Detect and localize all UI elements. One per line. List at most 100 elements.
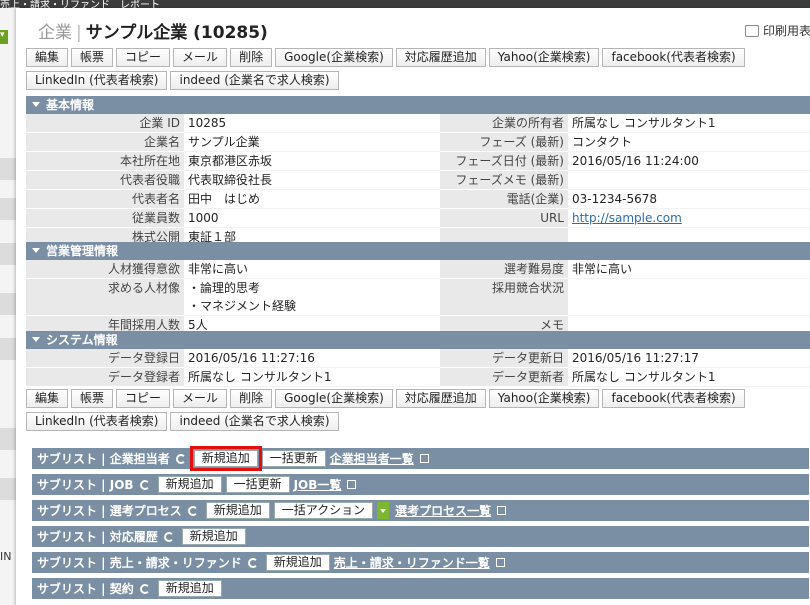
sublist-bar: サブリスト | 企業担当者 新規追加 一括更新 企業担当者一覧 <box>32 446 809 471</box>
sublist-list-link[interactable]: 売上・請求・リファンド一覧 <box>334 554 490 571</box>
sublist-bar: サブリスト | 対応履歴 新規追加 <box>32 526 809 547</box>
background-strip <box>0 198 16 220</box>
bulk-update-button[interactable]: 一括更新 <box>261 450 326 467</box>
refresh-icon[interactable] <box>139 479 150 490</box>
toolbar-bottom-button-0[interactable]: 編集 <box>26 389 69 408</box>
toolbar-bottom-button-indeed[interactable]: indeed (企業名で求人検索) <box>170 412 339 431</box>
toolbar-button-2[interactable]: コピー <box>116 48 171 67</box>
sales-info-table: 人材獲得意欲 非常に高い 選考難易度 非常に高い 求める人材像 ・論理的思考 ・マネジメント… <box>26 260 810 335</box>
section-header-system[interactable]: システム情報 <box>26 331 810 349</box>
field-label: フェーズメモ (最新) <box>440 170 568 190</box>
field-value: 所属なし コンサルタント1 <box>184 367 440 387</box>
field-label: フェーズ日付 (最新) <box>440 151 568 171</box>
bulk-update-button[interactable]: 一括更新 <box>225 476 290 493</box>
print-link[interactable]: 印刷用表 <box>745 22 810 39</box>
info-row: 本社所在地 東京都港区赤坂 フェーズ日付 (最新) 2016/05/16 11:24:… <box>26 151 810 171</box>
toolbar-bottom-button-3[interactable]: メール <box>173 389 228 408</box>
toolbar-bottom-button-2[interactable]: コピー <box>116 389 171 408</box>
sublist-bar: サブリスト | 選考プロセス 新規追加 一括アクション 選考プロセス一覧 <box>32 500 809 521</box>
sublist-list-link[interactable]: 選考プロセス一覧 <box>395 502 491 519</box>
toolbar-bottom-button-1[interactable]: 帳票 <box>71 389 114 408</box>
printer-icon <box>745 25 759 37</box>
field-value: 03-1234-5678 <box>568 189 810 209</box>
field-value: 所属なし コンサルタント1 <box>568 114 810 133</box>
external-link-icon <box>495 558 505 567</box>
field-value: 所属なし コンサルタント1 <box>568 367 810 387</box>
company-url-link[interactable]: http://sample.com <box>572 211 682 225</box>
external-link-icon <box>419 454 429 463</box>
toolbar-button-facebook[interactable]: facebook(代表者検索) <box>602 48 745 67</box>
page-category: 企業 <box>38 23 72 43</box>
toolbar-top-row1: 編集 帳票 コピー メール 削除 Google(企業検索) 対応履歴追加 Yahoo(企業検索… <box>26 48 745 67</box>
info-row: 求める人材像 ・論理的思考 ・マネジメント経験 採用競合状況 <box>26 278 810 316</box>
toolbar-top-row2: LinkedIn (代表者検索) indeed (企業名で求人検索) <box>26 71 339 90</box>
section-header-basic[interactable]: 基本情報 <box>26 96 810 114</box>
field-value-line: ・マネジメント経験 <box>188 299 297 313</box>
refresh-icon[interactable] <box>247 557 258 568</box>
info-row: 人材獲得意欲 非常に高い 選考難易度 非常に高い <box>26 260 810 279</box>
info-row: 企業名 サンプル企業 フェーズ (最新) コンタクト <box>26 132 810 152</box>
field-label: 代表者役職 <box>26 170 184 190</box>
background-strip <box>0 428 16 450</box>
sublist-bar: サブリスト | 売上・請求・リファンド 新規追加 売上・請求・リファンド一覧 <box>32 552 809 573</box>
refresh-icon[interactable] <box>175 453 186 464</box>
toolbar-button-google[interactable]: Google(企業検索) <box>275 48 393 67</box>
sublist-title: サブリスト | 対応履歴 <box>37 530 158 544</box>
toolbar-bottom-row2: LinkedIn (代表者検索) indeed (企業名で求人検索) <box>26 412 339 431</box>
field-label: 採用競合状況 <box>440 278 568 316</box>
sublist-title: サブリスト | JOB <box>37 478 134 492</box>
refresh-icon[interactable] <box>163 531 174 542</box>
sublist-bar: サブリスト | 契約 新規追加 <box>32 578 809 599</box>
new-add-button[interactable]: 新規追加 <box>157 476 222 493</box>
field-label: URL <box>440 208 568 228</box>
field-value: 1000 <box>184 208 440 228</box>
field-value: http://sample.com <box>568 208 810 228</box>
field-label: 企業 ID <box>26 114 184 133</box>
page-title: 企業 | サンプル企業 (10285) <box>38 23 268 43</box>
field-value <box>568 278 810 316</box>
new-add-button[interactable]: 新規追加 <box>189 446 262 471</box>
toolbar-button-indeed[interactable]: indeed (企業名で求人検索) <box>170 71 339 90</box>
background-green-tab[interactable]: ▾ <box>0 30 8 44</box>
sublist-list-link[interactable]: 企業担当者一覧 <box>330 450 414 467</box>
toolbar-bottom-button-4[interactable]: 削除 <box>230 389 273 408</box>
toolbar-bottom-button-facebook[interactable]: facebook(代表者検索) <box>602 389 745 408</box>
sublist-bar: サブリスト | JOB 新規追加 一括更新 JOB一覧 <box>32 474 809 495</box>
refresh-icon[interactable] <box>139 583 150 594</box>
external-link-icon <box>347 480 357 489</box>
background-topbar-text: 売上・請求・リファンド レポート <box>0 0 160 8</box>
new-add-button[interactable]: 新規追加 <box>157 580 222 597</box>
toolbar-bottom-button-linkedin[interactable]: LinkedIn (代表者検索) <box>26 412 168 431</box>
background-strip <box>0 158 16 180</box>
sublist-container: サブリスト | 企業担当者 新規追加 一括更新 企業担当者一覧 サブリスト | JOB 新… <box>32 446 809 604</box>
toolbar-button-linkedin[interactable]: LinkedIn (代表者検索) <box>26 71 168 90</box>
refresh-icon[interactable] <box>187 505 198 516</box>
collapse-triangle-icon <box>32 248 40 253</box>
field-value: 非常に高い <box>184 260 440 279</box>
sublist-list-link[interactable]: JOB一覧 <box>294 476 342 493</box>
toolbar-bottom-button-6[interactable]: 対応履歴追加 <box>395 389 486 408</box>
toolbar-button-4[interactable]: 削除 <box>230 48 273 67</box>
background-strip <box>0 338 16 360</box>
field-value: 田中 はじめ <box>184 189 440 209</box>
info-row: 代表者名 田中 はじめ 電話(企業) 03-1234-5678 <box>26 189 810 209</box>
new-add-button[interactable]: 新規追加 <box>181 528 246 545</box>
toolbar-button-0[interactable]: 編集 <box>26 48 69 67</box>
toolbar-bottom-button-yahoo[interactable]: Yahoo(企業検索) <box>488 389 600 408</box>
field-label: データ更新日 <box>440 349 568 368</box>
chevron-down-icon[interactable] <box>377 502 390 519</box>
toolbar-button-3[interactable]: メール <box>173 48 228 67</box>
field-label: 本社所在地 <box>26 151 184 171</box>
bulk-action-select[interactable]: 一括アクション <box>273 502 374 519</box>
toolbar-button-yahoo[interactable]: Yahoo(企業検索) <box>488 48 600 67</box>
toolbar-button-1[interactable]: 帳票 <box>71 48 114 67</box>
new-add-button[interactable]: 新規追加 <box>205 502 270 519</box>
field-label: データ登録日 <box>26 349 184 368</box>
field-label: 企業名 <box>26 132 184 152</box>
sublist-title: サブリスト | 企業担当者 <box>37 452 170 466</box>
field-value: ・論理的思考 ・マネジメント経験 <box>184 278 440 316</box>
toolbar-bottom-button-google[interactable]: Google(企業検索) <box>275 389 393 408</box>
section-header-sales[interactable]: 営業管理情報 <box>26 242 810 260</box>
toolbar-button-6[interactable]: 対応履歴追加 <box>395 48 486 67</box>
new-add-button[interactable]: 新規追加 <box>265 554 330 571</box>
